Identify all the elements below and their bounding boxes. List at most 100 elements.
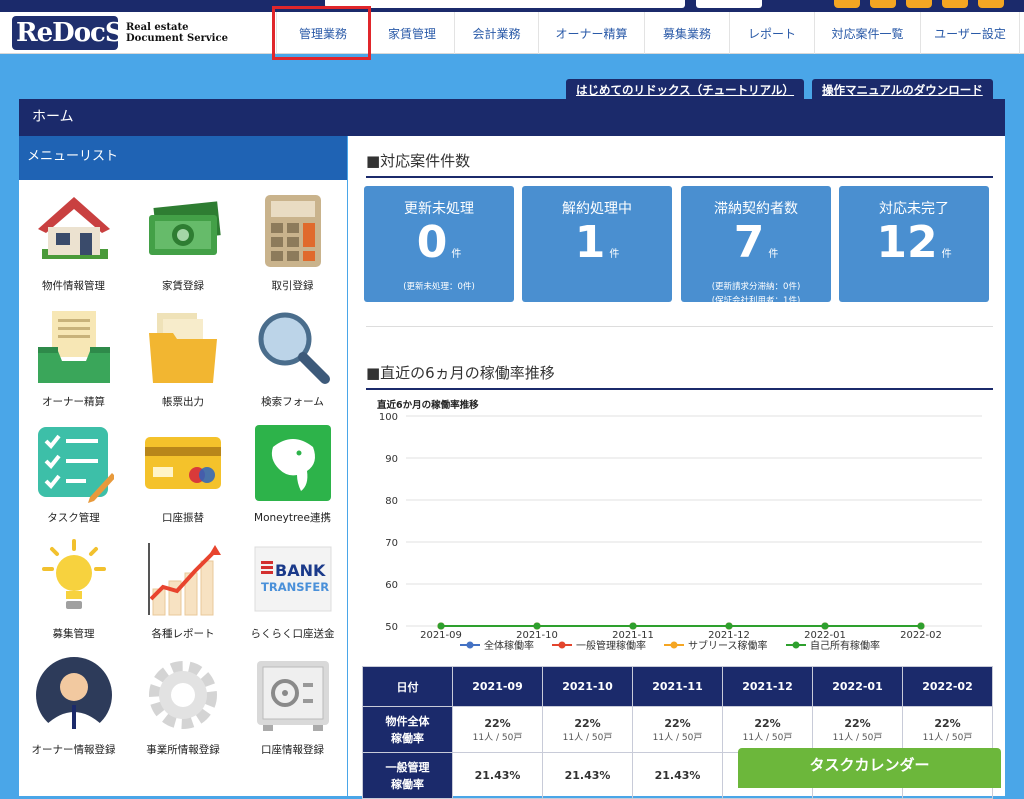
chart-title: 直近6か月の稼働率推移 xyxy=(377,399,479,411)
top-search-box[interactable] xyxy=(325,0,685,8)
menu-item-recruitment[interactable]: 募集管理 xyxy=(19,536,128,652)
nav-item-6[interactable]: 対応案件一覧 xyxy=(814,12,920,54)
menu-item-moneytree[interactable]: Moneytree連携 xyxy=(238,420,347,536)
data-point xyxy=(725,622,733,630)
nav-item-5[interactable]: レポート xyxy=(729,12,814,54)
data-point xyxy=(917,622,925,630)
menu-item-account-transfer[interactable]: 口座振替 xyxy=(128,420,238,536)
nav-item-7[interactable]: ユーザー設定 xyxy=(920,12,1020,54)
y-tick-label: 70 xyxy=(385,538,398,549)
inbox-icon xyxy=(37,311,110,383)
top-search-button[interactable] xyxy=(696,0,762,8)
back-icon[interactable] xyxy=(834,0,860,8)
date-col-5: 2022-02 xyxy=(902,666,993,707)
menu-grid: 物件情報管理 家賃登録 取引登録 オーナー精算 帳票出力 検索フォーム タスク管… xyxy=(19,180,347,768)
nav-item-2[interactable]: 会計業務 xyxy=(454,12,538,54)
legend-marker xyxy=(558,641,566,649)
date-col-2: 2021-11 xyxy=(632,666,723,707)
date-header: 日付 xyxy=(362,666,453,707)
nav-item-1[interactable]: 家賃管理 xyxy=(369,12,454,54)
house-icon xyxy=(37,197,110,259)
date-col-0: 2021-09 xyxy=(452,666,543,707)
x-tick-label: 2022-01 xyxy=(804,630,846,641)
menu-item-property[interactable]: 物件情報管理 xyxy=(19,188,128,304)
legend-label: 自己所有稼働率 xyxy=(810,639,880,652)
gear-icon xyxy=(149,661,217,729)
logo[interactable]: ReDocS Real estate Document Service xyxy=(12,16,228,50)
menu-item-account-info[interactable]: 口座情報登録 xyxy=(238,652,347,768)
window-icon[interactable] xyxy=(978,0,1004,8)
main-nav: 管理業務 家賃管理 会計業務 オーナー精算 募集業務 レポート 対応案件一覧 ユーザー設定 xyxy=(276,12,1020,54)
person-icon xyxy=(35,657,112,733)
folder-icon xyxy=(149,313,217,383)
star-icon[interactable] xyxy=(906,0,932,8)
legend-marker xyxy=(670,641,678,649)
x-tick-label: 2021-12 xyxy=(708,630,750,641)
task-calendar-button[interactable]: タスクカレンダー xyxy=(738,748,1001,788)
menu-panel: メニューリスト 物件情報管理 家賃登録 取引登録 オーナー精算 帳票出力 検索フ… xyxy=(19,136,347,796)
occupancy-section-title: ■直近の6ヵ月の稼働率推移 xyxy=(366,362,993,390)
divider xyxy=(366,326,993,327)
card-renewal-pending[interactable]: 更新未処理 0 件 (更新未処理：0件) xyxy=(364,186,514,302)
general-rate-cell: 21.43% xyxy=(452,752,543,799)
legend-marker xyxy=(466,641,474,649)
money-icon xyxy=(149,201,221,255)
y-tick-label: 100 xyxy=(379,412,398,423)
y-tick-label: 80 xyxy=(385,496,398,507)
card-delinquent[interactable]: 滞納契約者数 7 件 (更新請求分滞納：0件) (保証会社利用者：1件) xyxy=(681,186,831,306)
svg-text:TRANSFER: TRANSFER xyxy=(261,580,329,594)
top-strip xyxy=(0,0,1024,12)
total-rate-cell: 22% 11人 / 50戸 xyxy=(722,706,813,753)
legend-label: 全体稼働率 xyxy=(484,639,534,652)
logo-mark: ReDocS xyxy=(12,16,124,50)
date-col-1: 2021-10 xyxy=(542,666,633,707)
menu-item-search-form[interactable]: 検索フォーム xyxy=(238,304,347,420)
date-col-4: 2022-01 xyxy=(812,666,903,707)
lightbulb-icon xyxy=(41,539,106,609)
total-rate-cell: 22% 11人 / 50戸 xyxy=(812,706,903,753)
calculator-icon xyxy=(264,195,321,267)
general-rate-cell: 21.43% xyxy=(632,752,723,799)
card-cancellation[interactable]: 解約処理中 1 件 xyxy=(522,186,672,302)
home-title-bar: ホーム xyxy=(19,99,1005,136)
legend-marker xyxy=(792,641,800,649)
nav-item-4[interactable]: 募集業務 xyxy=(644,12,729,54)
nav-item-3[interactable]: オーナー精算 xyxy=(538,12,644,54)
cases-section-title: ■対応案件件数 xyxy=(366,150,993,178)
total-rate-cell: 22% 11人 / 50戸 xyxy=(452,706,543,753)
elephant-icon xyxy=(254,425,331,501)
refresh-icon[interactable] xyxy=(942,0,968,8)
row-header-total: 物件全体 稼働率 xyxy=(362,706,453,753)
menu-item-task[interactable]: タスク管理 xyxy=(19,420,128,536)
menu-item-transaction[interactable]: 取引登録 xyxy=(238,188,347,304)
menu-title: メニューリスト xyxy=(19,136,347,180)
menu-item-form-output[interactable]: 帳票出力 xyxy=(128,304,238,420)
menu-item-rent[interactable]: 家賃登録 xyxy=(128,188,238,304)
x-tick-label: 2021-10 xyxy=(516,630,558,641)
menu-item-owner-info[interactable]: オーナー情報登録 xyxy=(19,652,128,768)
occupancy-chart: 直近6か月の稼働率推移 50 60 70 80 90 100 2021-09 2021-10 20… xyxy=(377,399,982,652)
bank-transfer-icon: BANKTRANSFER xyxy=(254,546,331,612)
svg-text:BANK: BANK xyxy=(275,561,326,580)
menu-item-owner-settlement[interactable]: オーナー精算 xyxy=(19,304,128,420)
x-tick-label: 2021-09 xyxy=(420,630,462,641)
date-col-3: 2021-12 xyxy=(722,666,813,707)
header: ReDocS Real estate Document Service 管理業務家… xyxy=(0,12,1024,54)
data-point xyxy=(437,622,445,630)
menu-item-easy-transfer[interactable]: BANK TRANSFER らくらく口座送金 xyxy=(238,536,347,652)
general-rate-cell: 21.43% xyxy=(542,752,633,799)
x-tick-label: 2022-02 xyxy=(900,630,942,641)
menu-item-office-info[interactable]: 事業所情報登録 xyxy=(128,652,238,768)
total-rate-cell: 22% 11人 / 50戸 xyxy=(542,706,633,753)
logo-subtitle: Real estate Document Service xyxy=(126,22,228,44)
credit-card-icon xyxy=(145,437,221,489)
card-incomplete[interactable]: 対応未完了 12 件 xyxy=(839,186,989,302)
y-tick-label: 50 xyxy=(385,622,398,633)
legend-label: 一般管理稼働率 xyxy=(576,639,646,652)
menu-item-reports[interactable]: 各種レポート xyxy=(128,536,238,652)
legend-label: サブリース稼働率 xyxy=(688,639,768,652)
x-tick-label: 2021-11 xyxy=(612,630,654,641)
chat-icon[interactable] xyxy=(870,0,896,8)
magnifier-icon xyxy=(258,312,330,384)
total-rate-cell: 22% 11人 / 50戸 xyxy=(902,706,993,753)
